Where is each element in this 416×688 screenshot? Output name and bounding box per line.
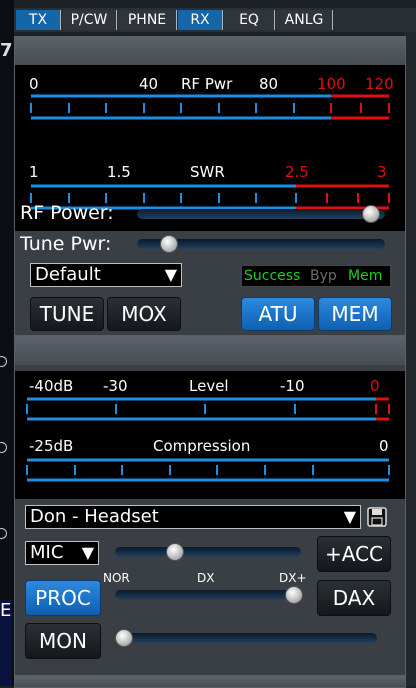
- mic-source-value: MIC: [30, 542, 64, 563]
- tab-phne[interactable]: PHNE: [118, 10, 177, 30]
- phone-profile-value: Don - Headset: [30, 506, 159, 527]
- mic-level-slider[interactable]: [115, 543, 301, 561]
- mic-level-slider-knob[interactable]: [166, 543, 184, 561]
- chevron-down-icon: ▼: [164, 265, 177, 284]
- atu-byp: Byp: [310, 268, 337, 284]
- swr-tick-label: 1.5: [107, 163, 131, 181]
- proc-slider[interactable]: [115, 586, 303, 604]
- chevron-down-icon: ▼: [81, 543, 94, 562]
- chevron-down-icon: ▼: [343, 507, 356, 526]
- next-panel-header: [14, 676, 406, 688]
- left-edge-mark: E: [0, 600, 12, 621]
- left-edge: 7 E: [0, 0, 14, 686]
- level-tick-label: -30: [103, 377, 128, 395]
- tx-panel-header: [15, 37, 405, 65]
- rf-power-label: RF Power:: [20, 202, 114, 224]
- proc-label-dx: DX: [197, 571, 215, 585]
- tab-bar: TX P/CW PHNE RX EQ ANLG: [14, 8, 416, 32]
- tab-tx[interactable]: TX: [16, 10, 61, 30]
- tab-p-cw[interactable]: P/CW: [62, 10, 117, 30]
- save-icon[interactable]: [367, 507, 387, 527]
- comp-meter-title: Compression: [153, 437, 251, 455]
- tab-rx[interactable]: RX: [178, 10, 223, 30]
- phone-panel-header: [15, 337, 405, 365]
- rf-power-slider-knob[interactable]: [362, 205, 381, 223]
- mon-slider[interactable]: [115, 629, 377, 647]
- swr-tick-label: 1: [29, 163, 39, 181]
- acc-button[interactable]: +ACC: [317, 536, 391, 572]
- dax-button[interactable]: DAX: [317, 580, 391, 616]
- circle-icon: [0, 442, 7, 453]
- left-edge-mark: 7: [0, 40, 13, 61]
- mon-button[interactable]: MON: [25, 623, 101, 659]
- mox-button[interactable]: MOX: [107, 297, 181, 331]
- circle-icon: [0, 528, 7, 539]
- tx-profile-value: Default: [35, 264, 101, 285]
- proc-label-dx-plus: DX+: [279, 571, 307, 585]
- swr-meter-title: SWR: [190, 163, 225, 181]
- atu-status: Success Byp Mem: [241, 265, 391, 287]
- proc-button[interactable]: PROC: [25, 580, 101, 616]
- atu-success: Success: [244, 268, 301, 284]
- level-tick-label: -10: [280, 377, 305, 395]
- comp-tick-label: -25dB: [29, 437, 74, 455]
- swr-tick-label: 2.5: [285, 163, 309, 181]
- phone-panel: -40dB -30 Level -10 0 -25dB Compression …: [14, 336, 406, 676]
- tune-pwr-slider[interactable]: [137, 235, 385, 253]
- proc-slider-knob[interactable]: [285, 586, 303, 604]
- phone-meters: -40dB -30 Level -10 0 -25dB Compression …: [15, 371, 405, 499]
- tx-panel: 0 40 RF Pwr 80 100 120 1 1.5 SWR 2.5 3 R…: [14, 36, 406, 336]
- tab-anlg[interactable]: ANLG: [276, 10, 333, 30]
- mem-button[interactable]: MEM: [318, 297, 392, 331]
- atu-mem: Mem: [348, 268, 383, 284]
- left-edge-blue: E: [0, 600, 12, 686]
- level-tick-label: -40dB: [29, 377, 74, 395]
- rf-power-slider[interactable]: [137, 205, 385, 223]
- swr-tick-label: 3: [377, 163, 387, 181]
- level-tick-label: 0: [370, 377, 380, 395]
- tab-eq[interactable]: EQ: [224, 10, 275, 30]
- tune-pwr-label: Tune Pwr:: [20, 233, 112, 255]
- tx-profile-dropdown[interactable]: Default ▼: [30, 263, 182, 287]
- mon-slider-knob[interactable]: [115, 629, 133, 647]
- circle-icon: [0, 356, 7, 367]
- tune-button[interactable]: TUNE: [30, 297, 104, 331]
- comp-tick-label: 0: [379, 437, 389, 455]
- phone-profile-dropdown[interactable]: Don - Headset ▼: [25, 505, 361, 529]
- tune-pwr-slider-knob[interactable]: [160, 235, 179, 253]
- rf-minor-ticks: [30, 103, 295, 113]
- mic-source-dropdown[interactable]: MIC ▼: [25, 541, 99, 565]
- level-meter-title: Level: [189, 377, 229, 395]
- atu-button[interactable]: ATU: [241, 297, 315, 331]
- proc-label-nor: NOR: [103, 571, 130, 585]
